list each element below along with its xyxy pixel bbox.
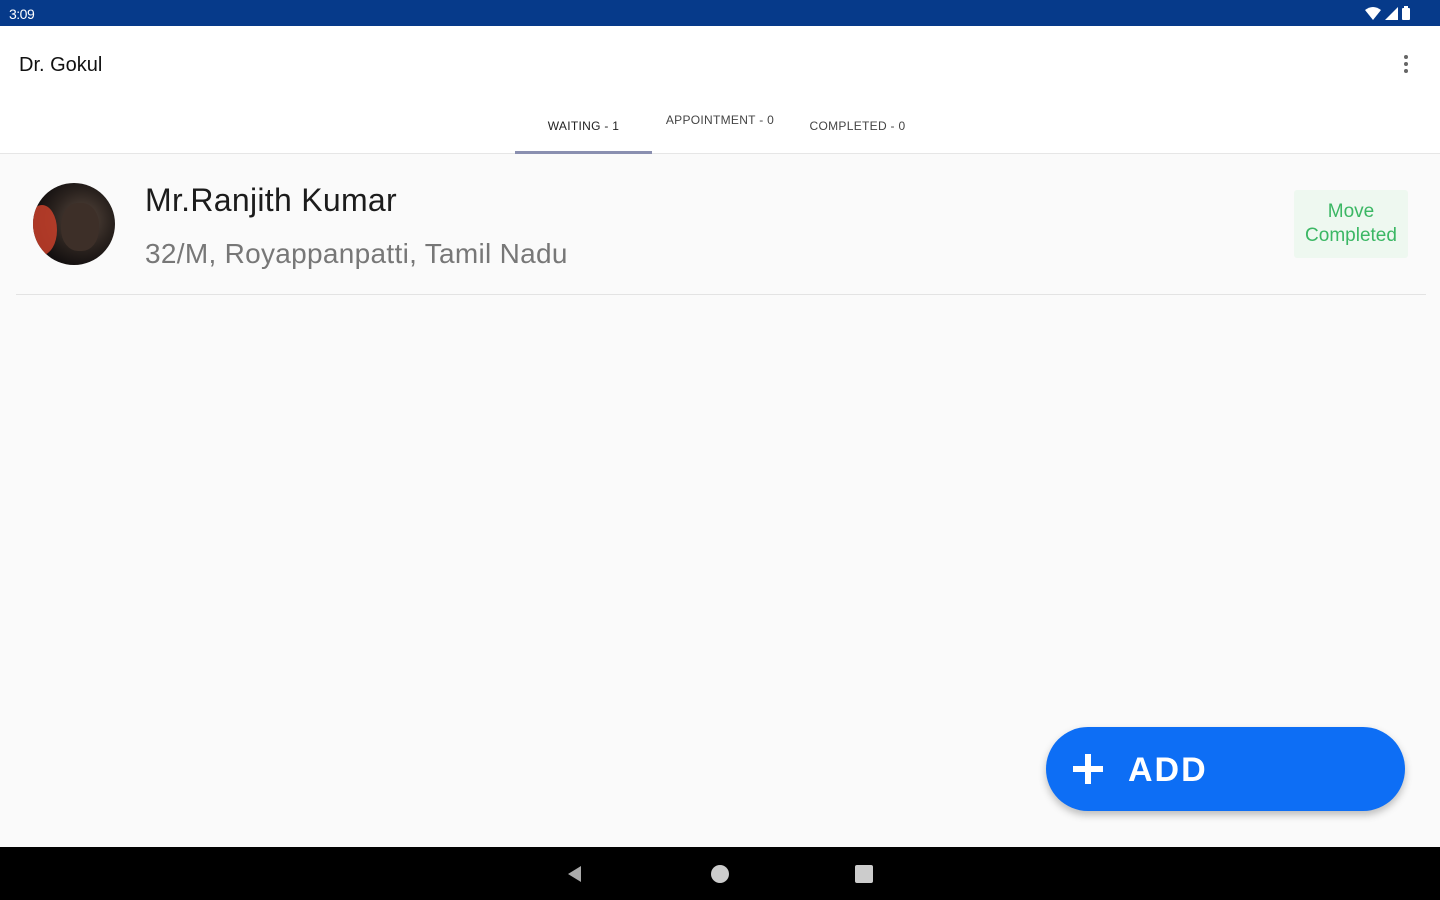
nav-back-button[interactable] <box>562 861 588 887</box>
wifi-icon <box>1365 6 1381 20</box>
app-bar: Dr. Gokul <box>0 26 1440 98</box>
status-bar: 3:09 <box>0 0 1440 26</box>
patient-list-item[interactable]: Mr.Ranjith Kumar 32/M, Royappanpatti, Ta… <box>16 160 1426 295</box>
move-completed-label: Move Completed <box>1305 201 1397 246</box>
more-vert-icon <box>1404 55 1408 73</box>
tab-appointment[interactable]: APPOINTMENT - 0 <box>664 98 776 154</box>
tab-completed[interactable]: COMPLETED - 0 <box>790 98 925 154</box>
back-icon <box>568 866 581 882</box>
status-icons <box>1365 6 1410 20</box>
nav-home-button[interactable] <box>707 861 733 887</box>
tab-indicator <box>515 151 652 154</box>
plus-icon <box>1073 754 1103 784</box>
status-time: 3:09 <box>9 6 35 22</box>
tab-bar: WAITING - 1 APPOINTMENT - 0 COMPLETED - … <box>0 98 1440 154</box>
patient-name: Mr.Ranjith Kumar <box>145 182 397 218</box>
tab-appointment-label: APPOINTMENT - 0 <box>665 113 775 127</box>
tab-completed-label: COMPLETED - 0 <box>809 119 906 133</box>
battery-icon <box>1402 6 1410 20</box>
tab-waiting-label: WAITING - 1 <box>547 119 620 133</box>
overflow-menu-button[interactable] <box>1394 52 1418 76</box>
patient-avatar <box>33 183 115 265</box>
tab-waiting[interactable]: WAITING - 1 <box>515 98 652 154</box>
add-button-label: ADD <box>1128 751 1208 789</box>
signal-icon <box>1385 6 1398 20</box>
nav-recents-button[interactable] <box>851 861 877 887</box>
add-button[interactable]: ADD <box>1046 727 1405 811</box>
patient-details: 32/M, Royappanpatti, Tamil Nadu <box>145 238 568 269</box>
system-nav-bar <box>0 847 1440 900</box>
move-completed-button[interactable]: Move Completed <box>1294 190 1408 258</box>
home-icon <box>711 865 729 883</box>
app-title: Dr. Gokul <box>19 54 103 76</box>
recents-icon <box>855 865 873 883</box>
